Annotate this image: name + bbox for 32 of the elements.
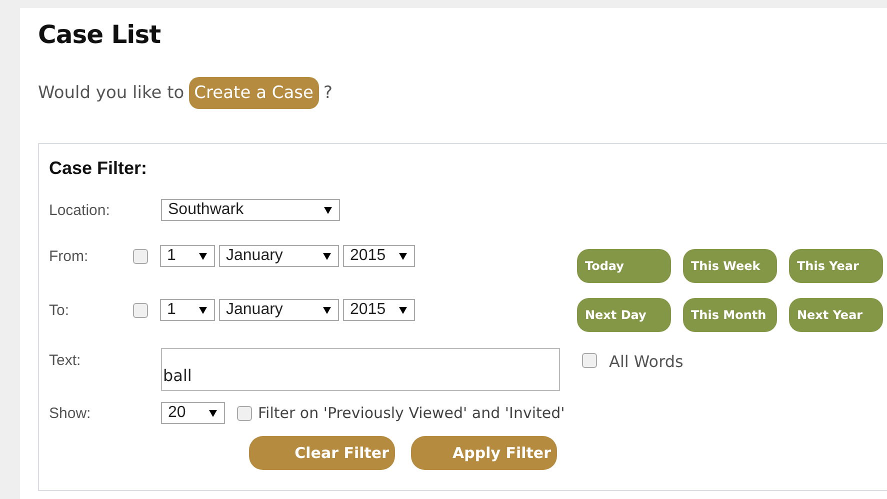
field-label: From: — [49, 248, 90, 264]
checkbox-label: Filter on 'Previously Viewed' and 'Invited' — [258, 404, 565, 422]
dropdown[interactable]: 1 — [160, 245, 215, 267]
caret-icon — [199, 306, 207, 314]
checkbox[interactable] — [133, 248, 148, 264]
caret-icon — [324, 206, 332, 214]
caret-icon — [199, 252, 207, 260]
dropdown[interactable]: 1 — [160, 299, 215, 321]
dropdown[interactable]: January — [219, 245, 339, 267]
caret-icon — [323, 252, 331, 260]
checkbox-label: All Words — [609, 352, 684, 371]
text-field[interactable]: ball — [161, 348, 560, 391]
question-mark: ? — [324, 83, 333, 103]
dropdown[interactable]: 2015 — [343, 245, 415, 267]
caret-icon — [323, 306, 331, 314]
prompt-text: Would you like to — [38, 83, 184, 103]
checkbox[interactable] — [133, 302, 148, 318]
field-label: To: — [49, 302, 70, 318]
dropdown[interactable]: January — [219, 299, 339, 321]
caret-icon — [399, 252, 407, 260]
dropdown[interactable]: 20 — [161, 402, 225, 424]
page-title: Case List — [38, 20, 162, 49]
checkbox[interactable] — [237, 406, 252, 420]
dropdown[interactable]: 2015 — [343, 299, 415, 321]
field-label: Location: — [49, 202, 111, 218]
filter-heading: Case Filter: — [49, 158, 148, 179]
dropdown[interactable]: Southwark — [161, 199, 340, 221]
field-label: Text: — [49, 352, 82, 369]
field-label: Show: — [49, 404, 92, 422]
caret-icon — [399, 306, 407, 314]
caret-icon — [209, 410, 217, 416]
checkbox[interactable] — [582, 353, 597, 368]
